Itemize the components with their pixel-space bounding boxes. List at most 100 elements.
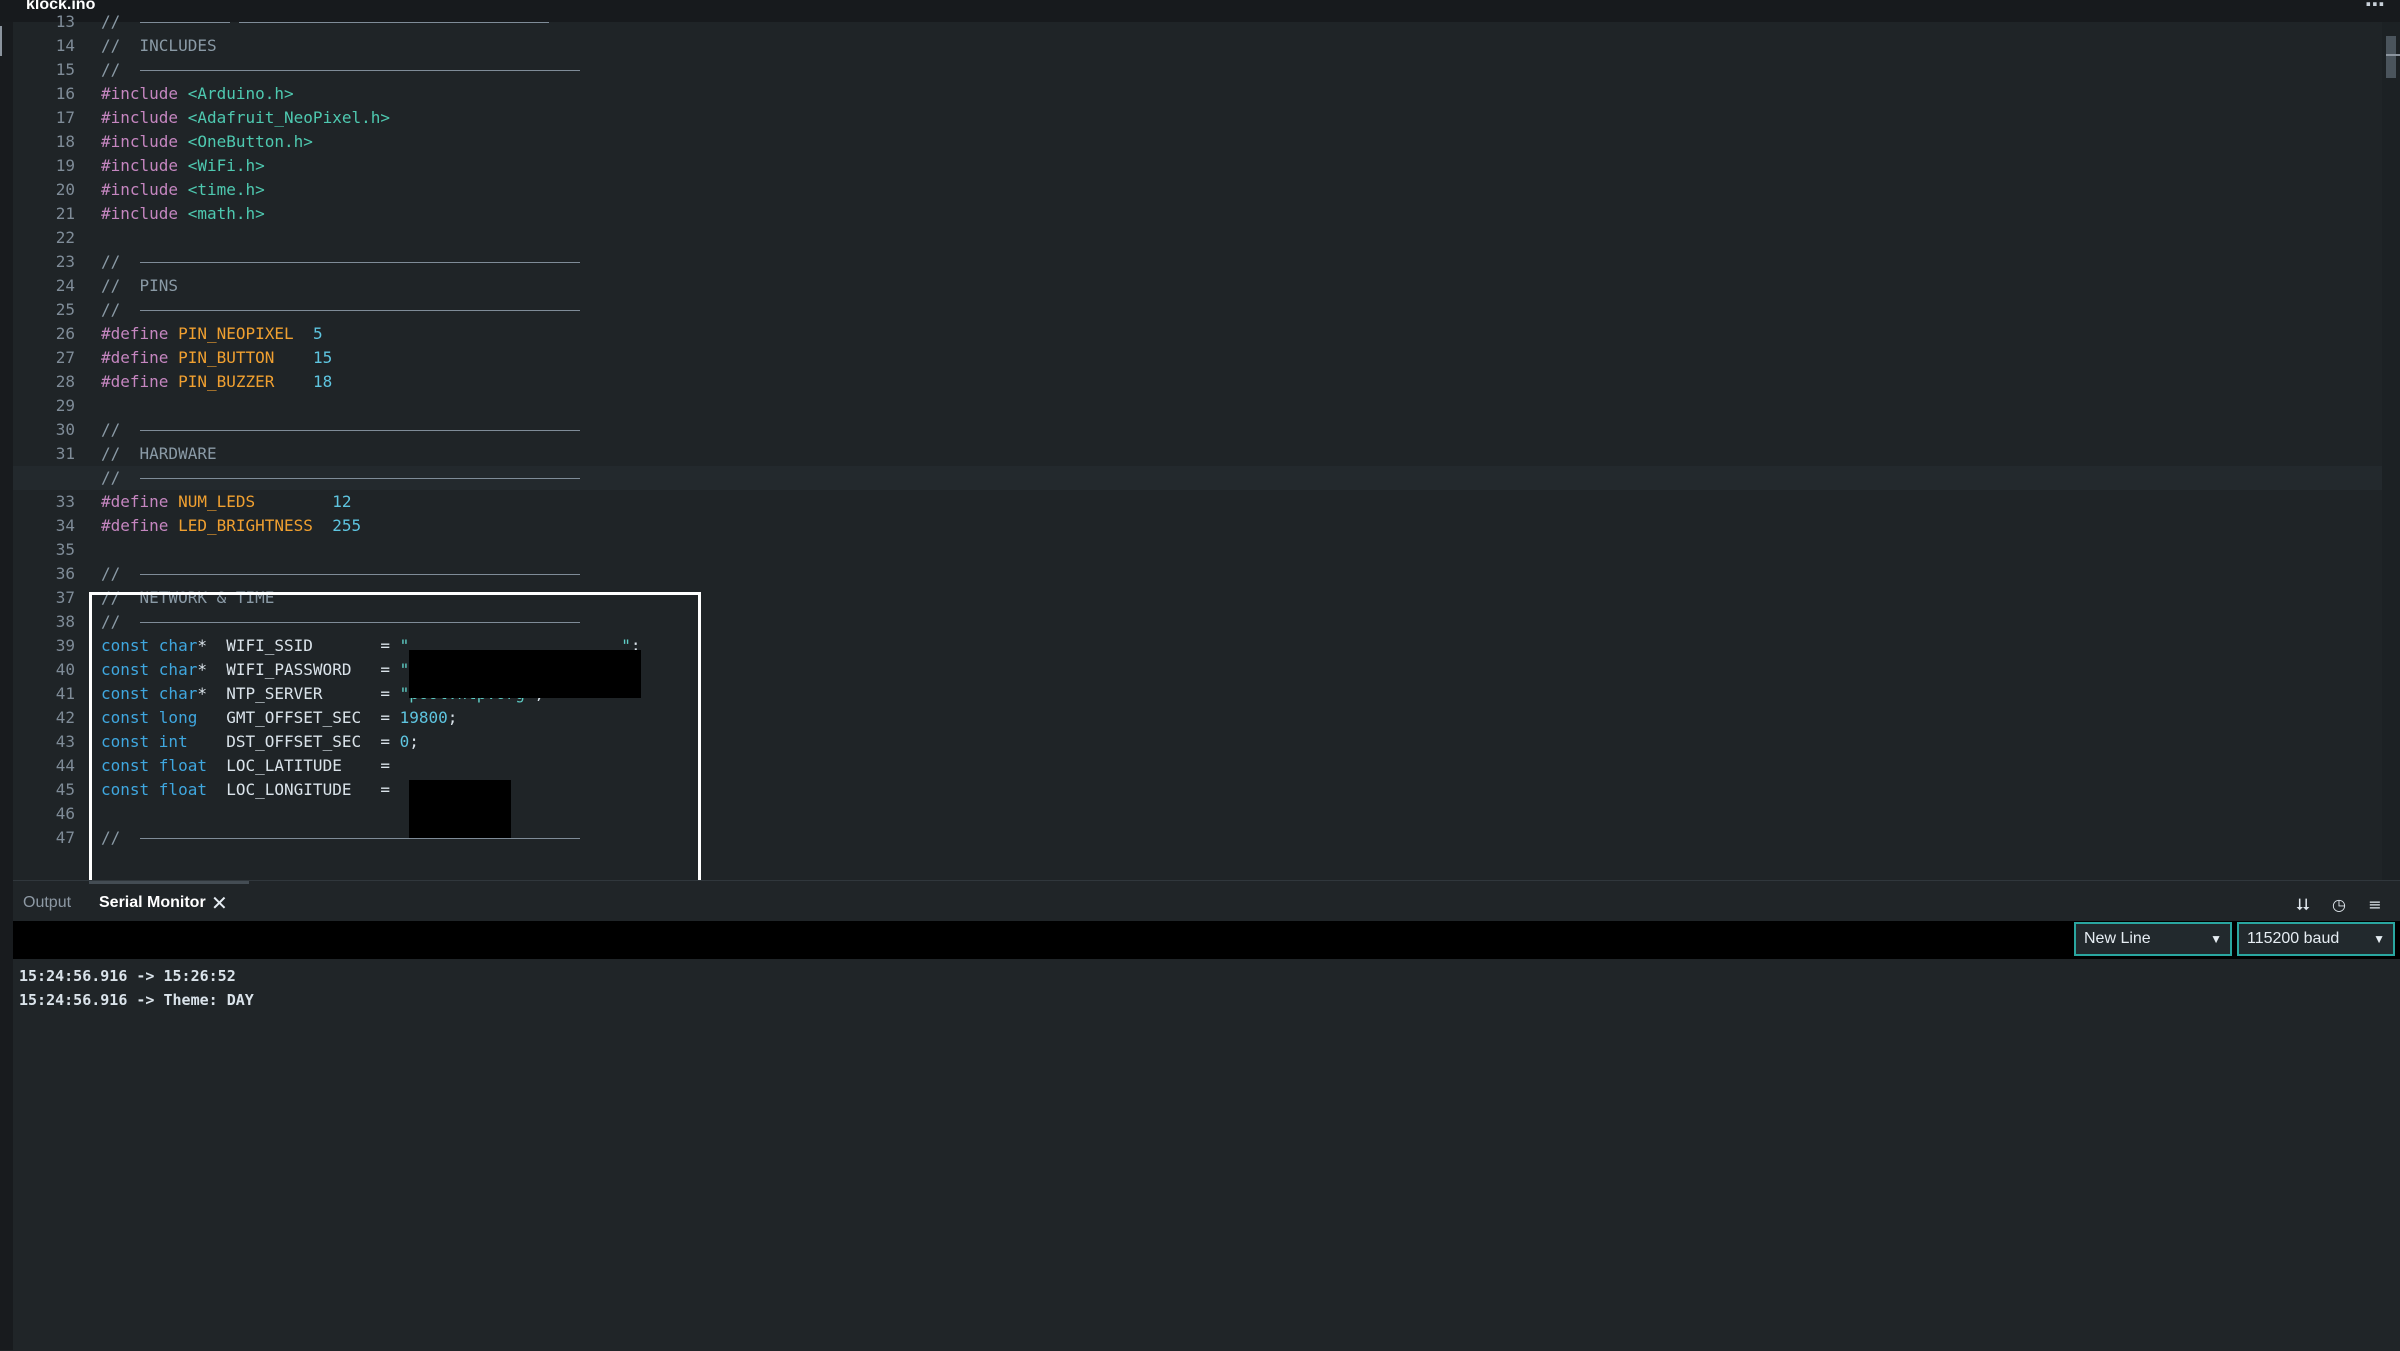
line-number: 16 (55, 84, 75, 103)
code-token: // (101, 564, 140, 583)
comment-rule (239, 22, 550, 23)
timestamp-clock-icon[interactable]: ◷ (2327, 893, 2351, 917)
line-number: 27 (55, 348, 75, 367)
panel-tabs: Output Serial Monitor ✕ ⮇ ◷ ≡ (13, 881, 2400, 919)
code-token: #include (101, 156, 179, 175)
ellipsis-icon[interactable]: ⋯ (2365, 0, 2386, 16)
code-line[interactable]: #include <Arduino.h> (101, 82, 294, 106)
tab-output[interactable]: Output (23, 891, 71, 915)
comment-rule (139, 430, 580, 431)
code-token: #include (101, 132, 179, 151)
line-number-gutter: 1314151617181920212223242526272829303132… (13, 12, 75, 880)
code-token: 15 (312, 348, 333, 367)
code-token: <WiFi.h> (187, 156, 265, 175)
baud-rate-select[interactable]: 115200 baud ▼ (2237, 922, 2395, 956)
code-token: // HARDWARE (101, 444, 217, 463)
code-token: LED_BRIGHTNESS (178, 516, 313, 535)
code-line[interactable]: #define PIN_BUTTON 15 (101, 346, 332, 370)
serial-line: 15:24:56.916 -> 15:26:52 (19, 967, 236, 985)
code-token: PIN_BUTTON (178, 348, 275, 367)
comment-rule (139, 310, 580, 311)
line-number: 15 (55, 60, 75, 79)
line-number: 45 (55, 780, 75, 799)
code-line[interactable]: // (101, 298, 580, 322)
comment-rule (139, 478, 580, 479)
code-line[interactable]: // HARDWARE (101, 442, 217, 466)
line-number: 23 (55, 252, 75, 271)
line-ending-select[interactable]: New Line ▼ (2074, 922, 2232, 956)
code-line[interactable]: // (101, 418, 580, 442)
code-token: // (101, 252, 140, 271)
code-token: // (101, 468, 140, 487)
line-number: 22 (55, 228, 75, 247)
comment-rule (139, 262, 580, 263)
code-line[interactable]: #define PIN_NEOPIXEL 5 (101, 322, 323, 346)
code-token: // (101, 420, 140, 439)
line-number: 18 (55, 132, 75, 151)
line-number: 44 (55, 756, 75, 775)
code-line[interactable]: #include <WiFi.h> (101, 154, 265, 178)
line-number: 43 (55, 732, 75, 751)
bottom-panel: Output Serial Monitor ✕ ⮇ ◷ ≡ New Line ▼… (13, 880, 2400, 1351)
vertical-scrollbar[interactable] (2382, 22, 2400, 880)
line-number: 38 (55, 612, 75, 631)
autoscroll-icon[interactable]: ⮇ (2291, 893, 2315, 917)
code-token: <Arduino.h> (187, 84, 294, 103)
code-token: // (101, 300, 140, 319)
code-line[interactable]: // (101, 466, 580, 490)
line-number: 19 (55, 156, 75, 175)
serial-line: 15:24:56.916 -> Theme: DAY (19, 991, 254, 1009)
line-number: 30 (55, 420, 75, 439)
code-line[interactable]: #define LED_BRIGHTNESS 255 (101, 514, 361, 538)
code-line[interactable]: #define NUM_LEDS 12 (101, 490, 351, 514)
close-icon[interactable]: ✕ (211, 891, 228, 915)
line-number: 37 (55, 588, 75, 607)
code-line[interactable]: // (101, 250, 580, 274)
code-token: // (101, 12, 140, 31)
code-token: <time.h> (187, 180, 265, 199)
code-token: #include (101, 108, 179, 127)
code-line[interactable]: #include <OneButton.h> (101, 130, 313, 154)
code-token: #include (101, 180, 179, 199)
strip-marker (0, 26, 2, 56)
serial-input-bar[interactable]: New Line ▼ 115200 baud ▼ (13, 921, 2400, 959)
code-line[interactable]: #include <Adafruit_NeoPixel.h> (101, 106, 390, 130)
clear-output-icon[interactable]: ≡ (2363, 893, 2387, 917)
tab-serial-monitor[interactable]: Serial Monitor (99, 891, 206, 915)
line-number: 40 (55, 660, 75, 679)
line-number: 21 (55, 204, 75, 223)
code-line[interactable]: #include <time.h> (101, 178, 265, 202)
code-line[interactable]: // (101, 10, 550, 34)
line-number: 35 (55, 540, 75, 559)
line-number: 34 (55, 516, 75, 535)
code-line[interactable]: // (101, 562, 580, 586)
overview-ruler-mark (2386, 54, 2400, 56)
line-number: 29 (55, 396, 75, 415)
active-tab-indicator (89, 881, 249, 884)
code-line[interactable]: #define PIN_BUZZER 18 (101, 370, 332, 394)
comment-rule (139, 70, 580, 71)
chevron-down-icon: ▼ (2210, 932, 2222, 946)
code-line[interactable]: // PINS (101, 274, 178, 298)
highlight-box (89, 592, 701, 897)
code-line[interactable]: // INCLUDES (101, 34, 217, 58)
code-line[interactable]: #include <math.h> (101, 202, 265, 226)
code-token: #define (101, 492, 169, 511)
line-number: 46 (55, 804, 75, 823)
code-editor[interactable]: 1314151617181920212223242526272829303132… (13, 12, 2400, 897)
code-token: // PINS (101, 276, 179, 295)
line-number: 33 (55, 492, 75, 511)
code-line[interactable]: // (101, 58, 580, 82)
scrollbar-thumb[interactable] (2386, 36, 2396, 78)
